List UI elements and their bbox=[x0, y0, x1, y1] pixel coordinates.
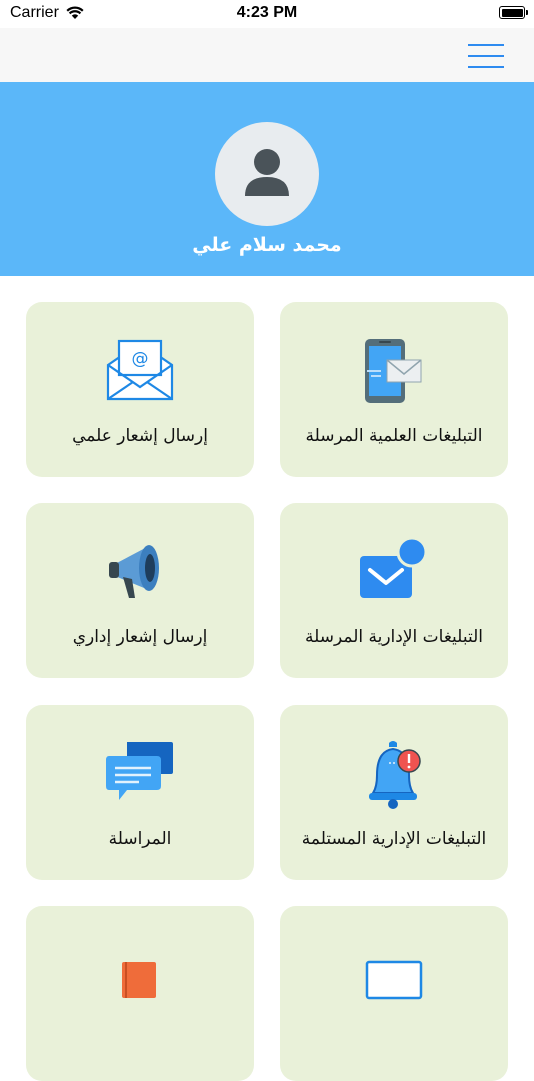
card-send-administrative-notice[interactable]: إرسال إشعار إداري bbox=[26, 503, 254, 678]
menu-grid: التبليغات العلمية المرسلة @ إرسال إشعار … bbox=[0, 276, 534, 1081]
card-label: إرسال إشعار علمي bbox=[72, 426, 208, 446]
svg-text:@: @ bbox=[132, 349, 149, 369]
user-silhouette-icon bbox=[245, 149, 289, 196]
hamburger-icon-line bbox=[468, 55, 504, 57]
email-envelope-icon: @ bbox=[90, 330, 190, 410]
card-label: التبليغات الإدارية المستلمة bbox=[301, 829, 487, 849]
book-icon bbox=[90, 940, 190, 1020]
card-label: المراسلة bbox=[108, 829, 172, 849]
card-send-scientific-notice[interactable]: @ إرسال إشعار علمي bbox=[26, 302, 254, 477]
bell-alert-icon bbox=[344, 733, 444, 813]
card-partial-right[interactable] bbox=[280, 906, 508, 1081]
hamburger-icon bbox=[468, 44, 504, 46]
card-received-administrative-notifications[interactable]: التبليغات الإدارية المستلمة bbox=[280, 705, 508, 880]
card-sent-scientific-notifications[interactable]: التبليغات العلمية المرسلة bbox=[280, 302, 508, 477]
status-bar: Carrier 4:23 PM bbox=[0, 0, 534, 28]
document-icon bbox=[344, 940, 444, 1020]
card-correspondence[interactable]: المراسلة bbox=[26, 705, 254, 880]
user-name: محمد سلام علي bbox=[192, 234, 342, 256]
card-sent-administrative-notifications[interactable]: التبليغات الإدارية المرسلة bbox=[280, 503, 508, 678]
menu-button[interactable] bbox=[468, 44, 504, 68]
battery-icon bbox=[499, 6, 528, 19]
card-label: التبليغات الإدارية المرسلة bbox=[305, 627, 483, 647]
megaphone-icon bbox=[90, 531, 190, 611]
mail-notification-icon bbox=[344, 531, 444, 611]
card-partial-left[interactable] bbox=[26, 906, 254, 1081]
hamburger-icon-line bbox=[468, 66, 504, 68]
navigation-bar bbox=[0, 28, 534, 82]
avatar[interactable] bbox=[215, 122, 319, 226]
profile-header: محمد سلام علي bbox=[0, 82, 534, 276]
chat-bubbles-icon bbox=[90, 733, 190, 813]
status-time: 4:23 PM bbox=[236, 4, 298, 21]
card-label: إرسال إشعار إداري bbox=[72, 627, 208, 647]
phone-envelope-icon bbox=[344, 330, 444, 410]
card-label: التبليغات العلمية المرسلة bbox=[305, 426, 483, 446]
